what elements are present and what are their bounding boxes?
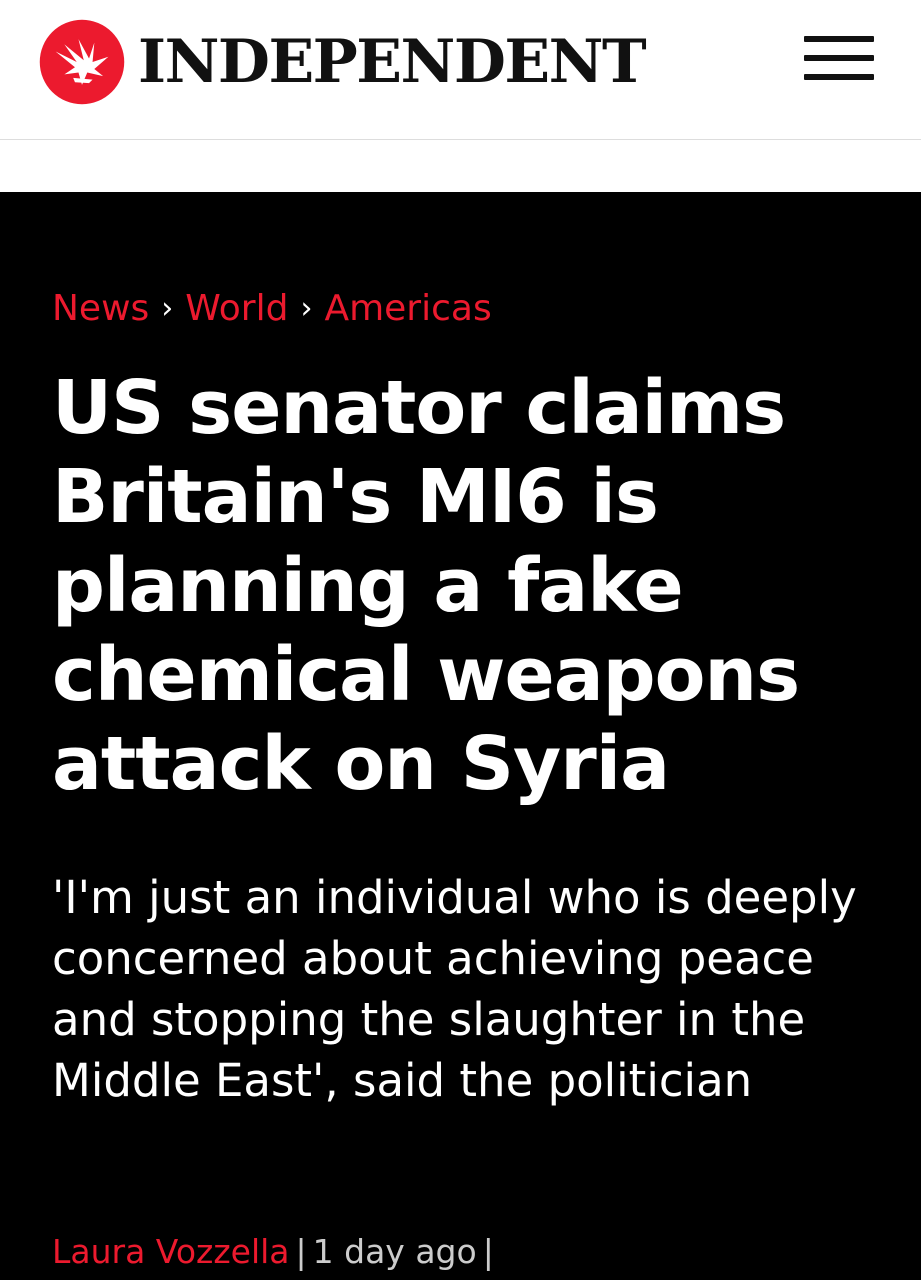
breadcrumb-news[interactable]: News: [52, 287, 149, 330]
breadcrumb-americas[interactable]: Americas: [324, 287, 491, 330]
breadcrumb: News › World › Americas: [52, 287, 492, 330]
byline-separator: |: [295, 1232, 307, 1271]
breadcrumb-world[interactable]: World: [185, 287, 288, 330]
header-spacer: [0, 140, 921, 192]
menu-bar: [804, 74, 874, 80]
byline: Laura Vozzella | 1 day ago |: [52, 1232, 500, 1272]
byline-separator: |: [482, 1232, 494, 1271]
chevron-right-icon: ›: [300, 290, 313, 326]
menu-bar: [804, 36, 874, 42]
author-link[interactable]: Laura Vozzella: [52, 1232, 290, 1272]
site-logo[interactable]: INDEPENDENT: [38, 19, 647, 105]
article-hero: News › World › Americas US senator claim…: [0, 192, 921, 1280]
article-headline: US senator claims Britain's MI6 is plann…: [52, 365, 800, 807]
eagle-logo-icon: [39, 19, 125, 105]
logo-wordmark: INDEPENDENT: [138, 27, 647, 97]
menu-bar: [804, 55, 874, 61]
hamburger-menu-icon[interactable]: [800, 30, 878, 86]
timestamp: 1 day ago: [312, 1232, 477, 1271]
chevron-right-icon: ›: [161, 290, 174, 326]
article-standfirst: 'I'm just an individual who is deeply co…: [52, 871, 857, 1107]
site-header: INDEPENDENT: [0, 0, 921, 140]
